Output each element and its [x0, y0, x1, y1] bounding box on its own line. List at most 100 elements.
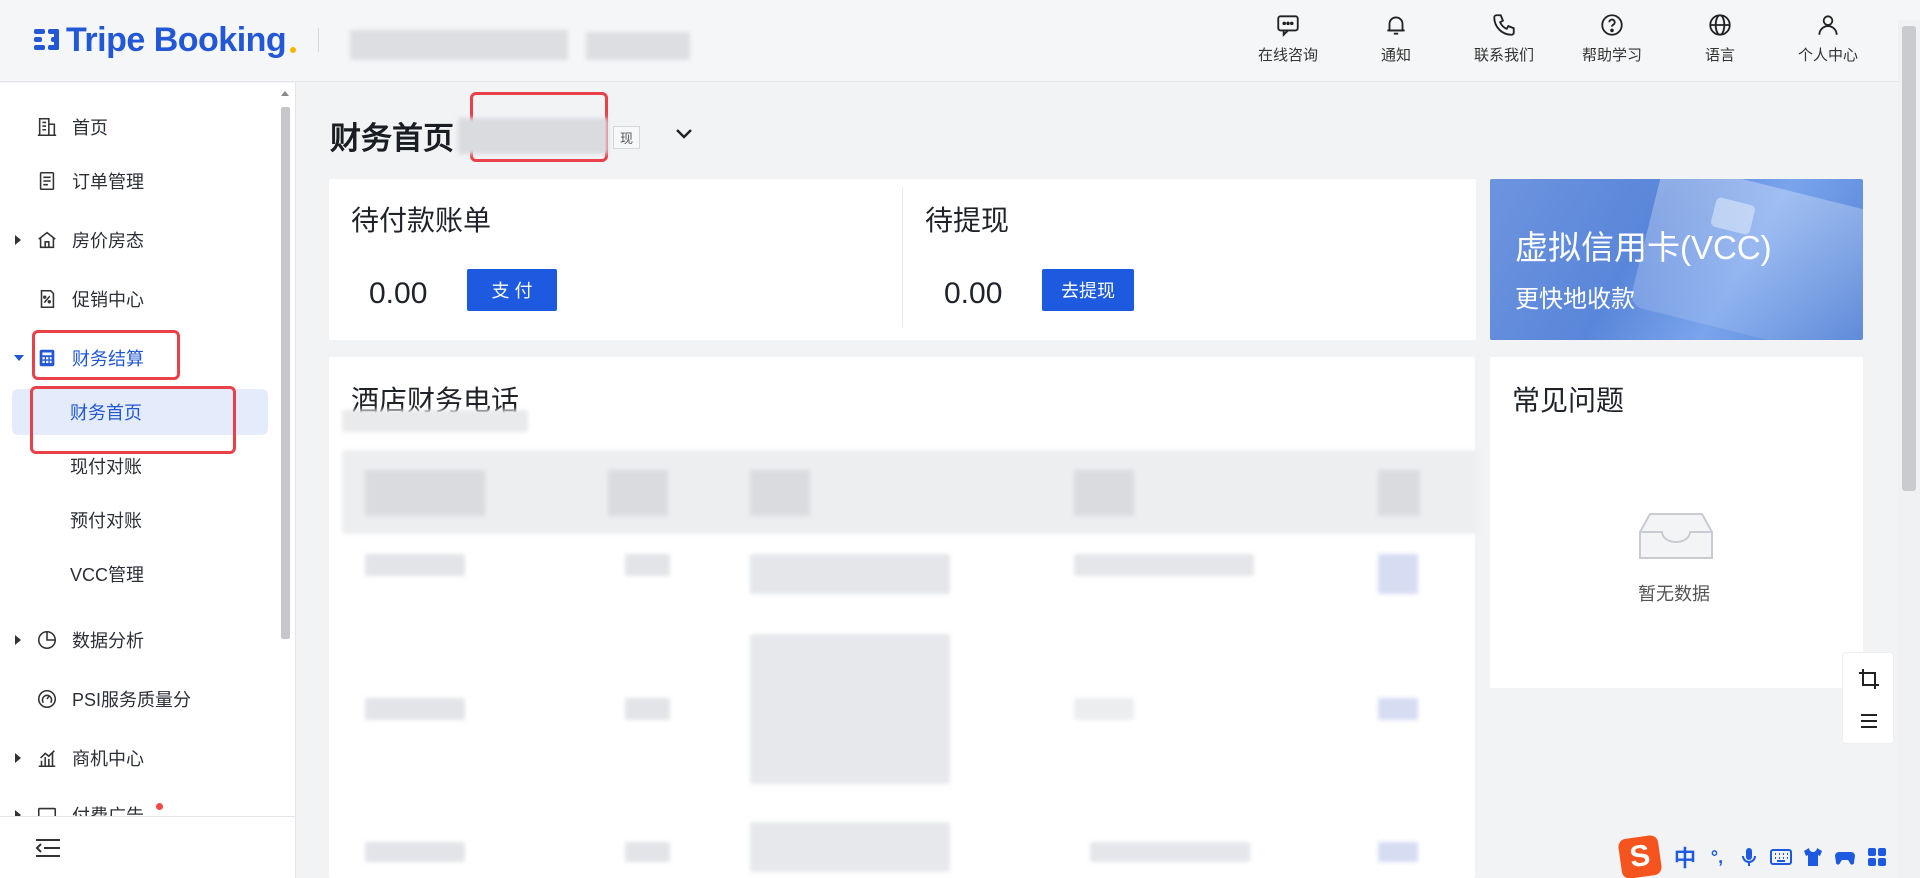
chevron-down-icon[interactable] [672, 124, 696, 144]
nav-language[interactable]: 语言 [1666, 12, 1774, 65]
home-icon [38, 231, 56, 249]
ime-lang-toggle[interactable]: 中 [1670, 842, 1700, 872]
sidebar-item-finance[interactable]: 财务结算 [0, 338, 280, 378]
sogou-logo-icon[interactable]: S [1617, 834, 1663, 878]
keyboard-icon[interactable] [1766, 842, 1796, 872]
ime-toolbar: S 中 °, [1617, 834, 1920, 878]
sidebar-item-psi[interactable]: PSI服务质量分 [0, 679, 280, 719]
sidebar-item-label: 数据分析 [72, 631, 144, 651]
expand-caret-icon [15, 635, 21, 645]
nav-label: 个人中心 [1797, 47, 1858, 64]
phone-icon [1493, 14, 1515, 36]
pay-button[interactable]: 支 付 [467, 269, 557, 311]
faq-title: 常见问题 [1512, 385, 1625, 416]
sidebar-subitem-vcc[interactable]: VCC管理 [12, 551, 268, 597]
sidebar-item-rates[interactable]: 房价房态 [0, 220, 280, 260]
sidebar-item-home[interactable]: 首页 [0, 107, 280, 147]
pending-pay-title: 待付款账单 [351, 205, 492, 236]
balance-card: 待付款账单 0.00 支 付 待提现 0.00 去提现 [329, 179, 1476, 340]
sidebar-item-label: 商机中心 [72, 749, 144, 769]
apps-grid-icon[interactable] [1862, 842, 1892, 872]
scroll-up-arrow-icon[interactable] [281, 91, 289, 96]
logo-dot [290, 47, 297, 53]
nav-label: 联系我们 [1473, 47, 1534, 64]
sidebar-item-analytics[interactable]: 数据分析 [0, 620, 280, 660]
sidebar-item-promotions[interactable]: 促销中心 [0, 279, 280, 319]
collapse-menu-icon[interactable] [34, 837, 62, 859]
page-title: 财务首页 [330, 121, 454, 156]
bar-chart-icon [38, 750, 56, 768]
vcc-subtitle: 更快地收款 [1515, 286, 1635, 313]
vcc-promo-banner[interactable]: 虚拟信用卡(VCC) 更快地收款 [1490, 179, 1863, 340]
pending-withdraw-title: 待提现 [925, 205, 1010, 236]
crop-icon[interactable] [1857, 667, 1881, 691]
sidebar-item-opportunities[interactable]: 商机中心 [0, 738, 280, 778]
ime-punct-toggle[interactable]: °, [1702, 842, 1732, 872]
nav-help[interactable]: 帮助学习 [1558, 12, 1666, 65]
globe-icon [1709, 14, 1731, 36]
pending-pay-amount: 0.00 [369, 277, 428, 310]
finance-phone-card: 酒店财务电话 [329, 357, 1475, 878]
sidebar-subitem-pay-reconcile[interactable]: 现付对账 [12, 443, 268, 489]
hotel-switcher-redacted [458, 118, 608, 154]
floating-toolbar [1842, 652, 1894, 744]
hotel-name-redacted [350, 30, 568, 60]
menu-icon[interactable] [1857, 709, 1881, 733]
card-divider [902, 187, 903, 327]
help-icon [1601, 14, 1623, 36]
user-icon [1818, 15, 1838, 35]
nav-label: 帮助学习 [1581, 47, 1642, 64]
hotel-id-redacted [586, 32, 690, 60]
nav-label: 语言 [1704, 47, 1735, 64]
top-header: Tripe Booking 在线咨询 通知 联系我们 帮助学习 语言 个人中心 [0, 0, 1920, 82]
microphone-icon[interactable] [1734, 842, 1764, 872]
sidebar-overflow-clip: 付费广告 [0, 795, 280, 817]
nav-notifications[interactable]: 通知 [1342, 12, 1450, 65]
empty-inbox-icon [1639, 513, 1713, 559]
document-icon [39, 171, 55, 191]
expand-caret-icon [15, 235, 21, 245]
sidebar-subitem-label: 财务首页 [70, 403, 142, 423]
sidebar-item-orders[interactable]: 订单管理 [0, 161, 280, 201]
sidebar-item-label: 付费广告 [72, 806, 144, 817]
new-badge-dot [156, 803, 163, 810]
sidebar-item-label: 促销中心 [72, 290, 144, 310]
skin-shirt-icon[interactable] [1798, 842, 1828, 872]
sidebar-subitem-label: 预付对账 [70, 511, 142, 531]
nav-label: 在线咨询 [1257, 47, 1318, 64]
faq-empty-text: 暂无数据 [1638, 584, 1710, 604]
bell-icon [1387, 16, 1405, 35]
gamepad-icon[interactable] [1830, 842, 1860, 872]
sidebar-item-label: 首页 [72, 118, 108, 138]
sidebar-item-label: 订单管理 [72, 172, 144, 192]
sidebar-item-label: PSI服务质量分 [72, 690, 192, 710]
withdraw-button[interactable]: 去提现 [1042, 269, 1134, 311]
sidebar-item-label: 财务结算 [72, 349, 144, 369]
nav-profile[interactable]: 个人中心 [1774, 12, 1882, 65]
sidebar-subitem-label: VCC管理 [70, 565, 145, 585]
sidebar-item-label: 房价房态 [72, 231, 144, 251]
discount-icon [40, 289, 55, 309]
pie-chart-icon [37, 630, 57, 650]
sidebar-scroll-thumb[interactable] [281, 107, 290, 639]
expand-caret-icon [15, 753, 21, 763]
sidebar-subitem-finance-home[interactable]: 财务首页 [12, 389, 268, 435]
sidebar: 首页 订单管理 房价房态 促销中心 财务结算 财务首页 现付对账 预付对账 VC… [0, 83, 296, 878]
nav-online-consult[interactable]: 在线咨询 [1234, 12, 1342, 65]
page-scrollbar[interactable] [1898, 20, 1920, 878]
pending-withdraw-amount: 0.00 [944, 277, 1003, 310]
top-nav: 在线咨询 通知 联系我们 帮助学习 语言 个人中心 [1234, 12, 1882, 65]
building-icon [37, 117, 57, 137]
collapse-caret-icon [14, 355, 24, 361]
sidebar-subitem-prepaid-reconcile[interactable]: 预付对账 [12, 497, 268, 543]
nav-label: 通知 [1380, 47, 1411, 64]
sidebar-item-ads[interactable]: 付费广告 [0, 795, 280, 817]
header-divider [318, 28, 319, 52]
page-scroll-thumb[interactable] [1902, 26, 1916, 491]
nav-contact-us[interactable]: 联系我们 [1450, 12, 1558, 65]
tripebooking-logo[interactable]: Tripe Booking [34, 18, 297, 62]
gauge-icon [37, 689, 57, 709]
logo-mark-icon [34, 28, 60, 52]
hotel-type-badge: 现 [613, 126, 641, 149]
sidebar-scrollbar[interactable] [279, 91, 291, 821]
